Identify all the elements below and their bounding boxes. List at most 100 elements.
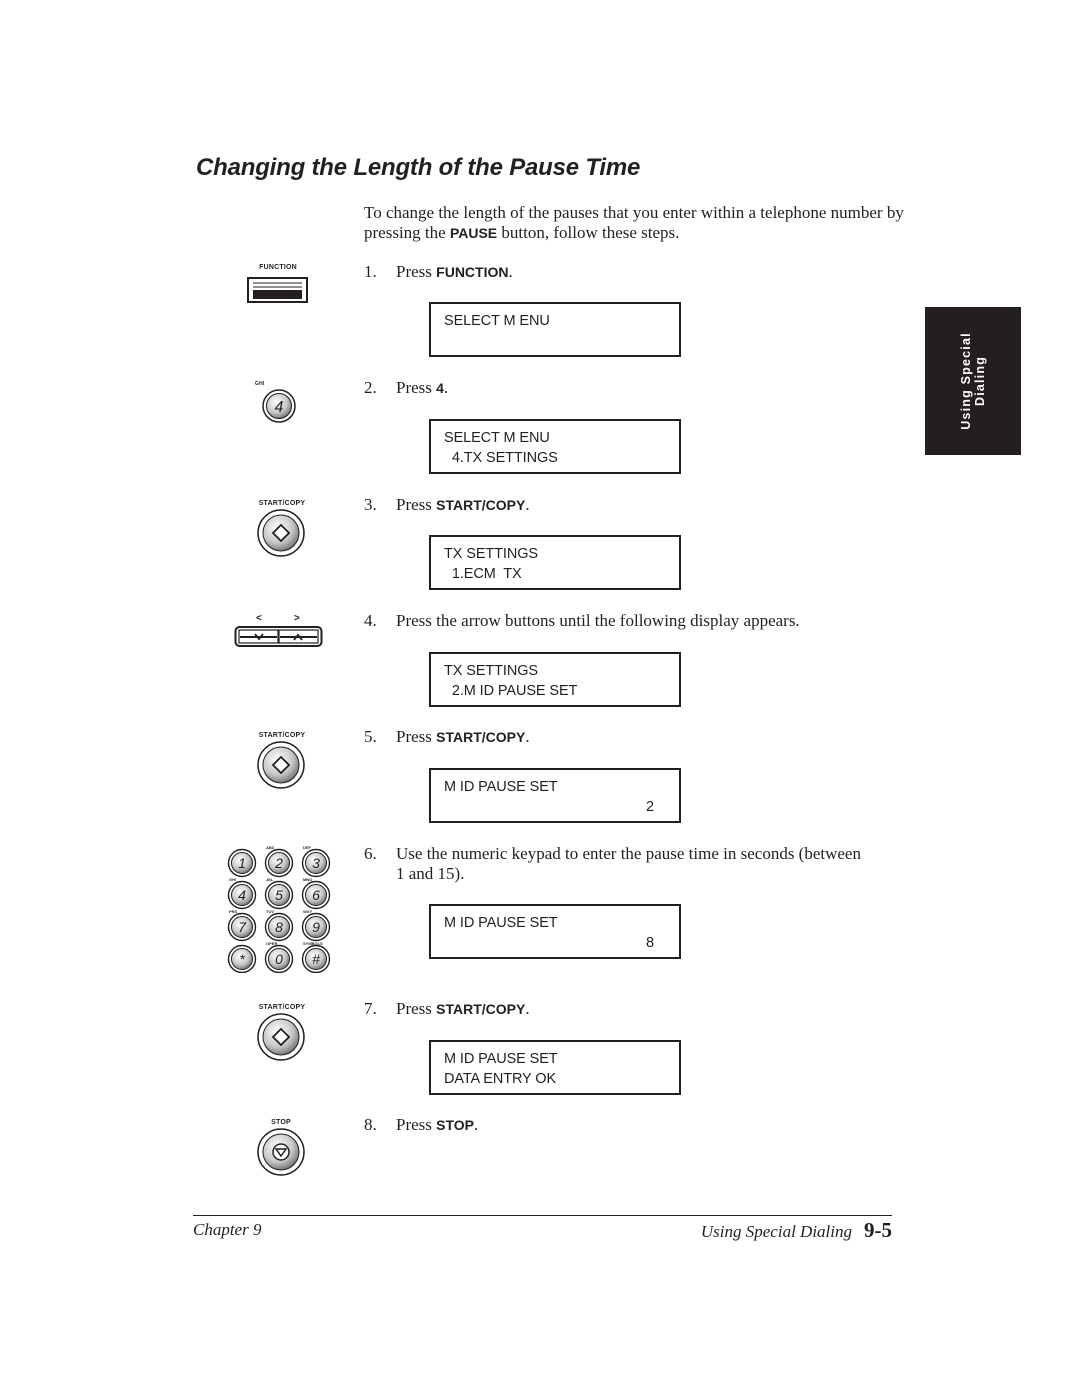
footer-chapter: Chapter 9 (193, 1220, 262, 1239)
footer-section-title: Using Special Dialing (700, 1222, 852, 1241)
step-text: Press STOP. (396, 1115, 479, 1134)
lcd-line-2: 1.ECM TX (444, 565, 522, 582)
lcd-display-3: TX SETTINGS 1.ECM TX (429, 535, 681, 590)
step-key-name: START/COPY (436, 1001, 526, 1017)
lcd-line-2: 4.TX SETTINGS (444, 449, 558, 466)
step-number: 5. (364, 727, 377, 746)
numeric-keypad-icon: 1 2 ABC 3 DEF 4 GHI 5 JKL 6 MNO 7 PRS 8 TUV 9 WXY * 0 OPER #… (222, 843, 337, 973)
arrow-buttons-icon: < > (234, 614, 324, 649)
step-key-name: STOP (436, 1117, 475, 1133)
step-key-name: START/COPY (436, 497, 526, 513)
lcd-line-1: TX SETTINGS (444, 663, 538, 679)
keypad-key-0: 0 OPER (264, 941, 294, 973)
keypad-key-2: 2 ABC (264, 845, 294, 878)
step-text: Press FUNCTION. (396, 262, 513, 281)
step-number: 1. (364, 262, 377, 281)
function-label: FUNCTION (259, 264, 297, 271)
side-tab-text: Using Special Dialing (959, 332, 987, 430)
keypad-key-4: 4GHI (227, 877, 257, 910)
step-text: Press START/COPY. (396, 999, 530, 1018)
step-number: 6. (364, 844, 377, 863)
keypad-key-6: 6MNO (301, 877, 331, 910)
stop-button-icon: STOP (253, 1119, 309, 1176)
step-number: 8. (364, 1115, 377, 1134)
lcd-line-2: DATA ENTRY OK (444, 1070, 557, 1087)
keypad-key-label: 8 (275, 919, 283, 935)
start-copy-label: START/COPY (258, 1004, 306, 1011)
keypad-key-1: 1 (227, 848, 257, 878)
step-text: Press START/COPY. (396, 495, 530, 514)
lcd-display-2: SELECT M ENU 4.TX SETTINGS (429, 419, 681, 474)
keypad-key-label: 1 (238, 855, 246, 871)
lcd-line-2 (444, 332, 679, 352)
step-key-name: 4 (436, 380, 444, 396)
step-number: 3. (364, 495, 377, 514)
keypad-key-label: 7 (238, 919, 247, 935)
keypad-key-letters: JKL (266, 877, 274, 882)
step-number: 7. (364, 999, 377, 1018)
keypad-key-label: 0 (275, 951, 283, 967)
keypad-key-hash: # SYMBOLS (301, 941, 331, 973)
start-copy-button-icon: START/COPY (253, 500, 311, 557)
lcd-line-1: SELECT M ENU (444, 313, 550, 329)
start-copy-label: START/COPY (258, 732, 306, 739)
start-copy-button-icon: START/COPY (253, 732, 311, 789)
step-number: 2. (364, 378, 377, 397)
step-text: Press START/COPY. (396, 727, 530, 746)
keypad-key-letters: DEF (303, 845, 312, 850)
lcd-display-4: TX SETTINGS 2.M ID PAUSE SET (429, 652, 681, 707)
lcd-line-1: M ID PAUSE SET (444, 1051, 558, 1067)
lcd-line-1: SELECT M ENU (444, 430, 550, 446)
keypad-key-label: # (312, 951, 320, 967)
step-text: Use the numeric keypad to enter the paus… (396, 844, 861, 883)
keypad-key-5: 5JKL (264, 877, 294, 910)
keypad-key-letters: GHI (229, 877, 236, 882)
left-arrow-label: < (256, 613, 262, 624)
side-section-tab: Using Special Dialing (925, 307, 1021, 455)
start-copy-label: START/COPY (258, 500, 306, 507)
side-tab-line-2: Dialing (973, 355, 987, 407)
page-title: Changing the Length of the Pause Time (196, 154, 641, 181)
keypad-key-letters: OPER (266, 941, 277, 946)
keypad-key-label: 3 (312, 855, 320, 871)
keypad-key-label: 4 (238, 887, 246, 903)
step-number: 4. (364, 611, 377, 630)
step-text: Press the arrow buttons until the follow… (396, 611, 800, 630)
lcd-line-2: 2.M ID PAUSE SET (444, 682, 578, 699)
step-key-name: FUNCTION (436, 264, 509, 280)
lcd-line-1: M ID PAUSE SET (444, 779, 558, 795)
step-key-name: START/COPY (436, 729, 526, 745)
lcd-line-1: TX SETTINGS (444, 546, 538, 562)
keypad-key-letters: SYMBOLS (303, 941, 323, 946)
lcd-display-7: M ID PAUSE SET DATA ENTRY OK (429, 1040, 681, 1095)
function-button-icon: FUNCTION (247, 264, 309, 305)
keypad-key-label: * (239, 951, 245, 967)
keypad-4-button-icon: GHI 4 (255, 381, 301, 423)
keypad-key-letters: WXY (303, 909, 312, 914)
keypad-key-letters: PRS (229, 909, 238, 914)
step-text: Press 4. (396, 378, 449, 397)
intro-text-after: button, follow these steps. (497, 223, 680, 242)
right-arrow-label: > (294, 613, 300, 624)
keypad-key-label: 5 (275, 887, 283, 903)
keypad-key-letters: TUV (266, 909, 274, 914)
keypad-key-label: 2 (274, 855, 283, 871)
keypad-key-9: 9WXY (301, 909, 331, 942)
footer-divider (193, 1215, 892, 1216)
lcd-display-1: SELECT M ENU (429, 302, 681, 357)
keypad-key-8: 8TUV (264, 909, 294, 942)
keypad-key-label: 6 (312, 887, 320, 903)
footer-right: Using Special Dialing 9-5 (701, 1218, 892, 1243)
lcd-display-6: M ID PAUSE SET 8 (429, 904, 681, 959)
lcd-line-1: M ID PAUSE SET (444, 915, 558, 931)
keypad-key-label: 9 (312, 919, 320, 935)
intro-paragraph: To change the length of the pauses that … (364, 203, 904, 243)
keypad-key-star: * (227, 944, 257, 973)
keypad-key-letters: MNO (303, 877, 312, 882)
lcd-display-5: M ID PAUSE SET 2 (429, 768, 681, 823)
start-copy-button-icon: START/COPY (253, 1004, 311, 1061)
stop-label: STOP (271, 1119, 291, 1126)
intro-bold-pause: PAUSE (449, 225, 498, 241)
keypad-graphic: 1 2ABC3DEF4GHI5JKL6MNO7PRS8TUV9WXY* 0OPER#… (227, 845, 331, 973)
keypad-key-3: 3DEF (301, 845, 331, 878)
